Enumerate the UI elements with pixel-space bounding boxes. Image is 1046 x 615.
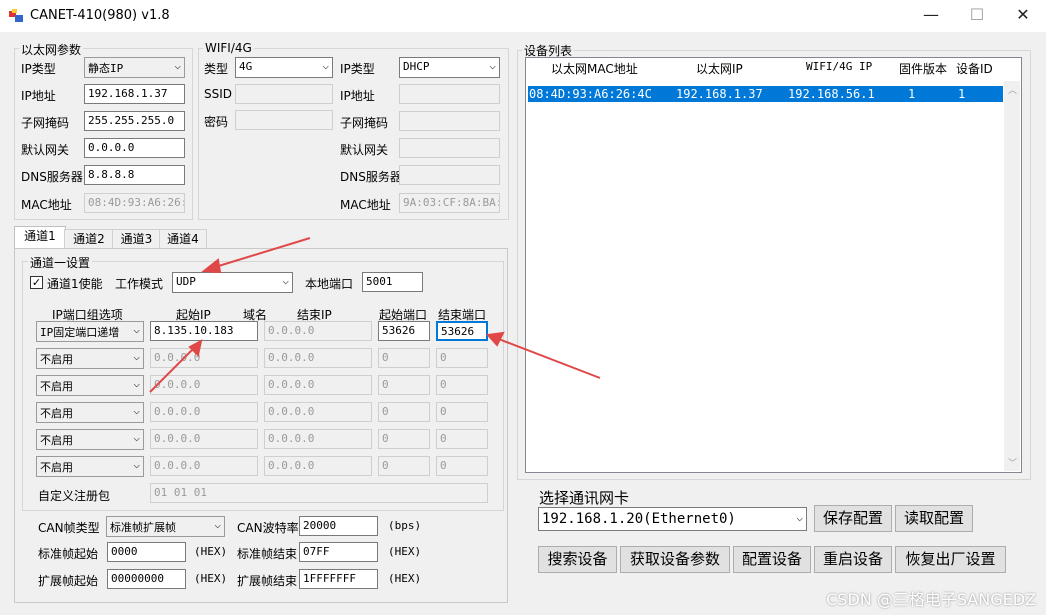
arrow-to-start-ip [149, 345, 197, 393]
arrow-head-mode [201, 258, 222, 274]
arrow-head-start-ip [188, 339, 203, 358]
watermark: CSDN @三格电子SANGEDZ [826, 590, 1036, 609]
arrow-to-end-port [495, 337, 601, 379]
arrow-to-mode [211, 237, 311, 269]
arrow-head-end-port [485, 331, 505, 347]
annotation-arrows [149, 237, 601, 393]
